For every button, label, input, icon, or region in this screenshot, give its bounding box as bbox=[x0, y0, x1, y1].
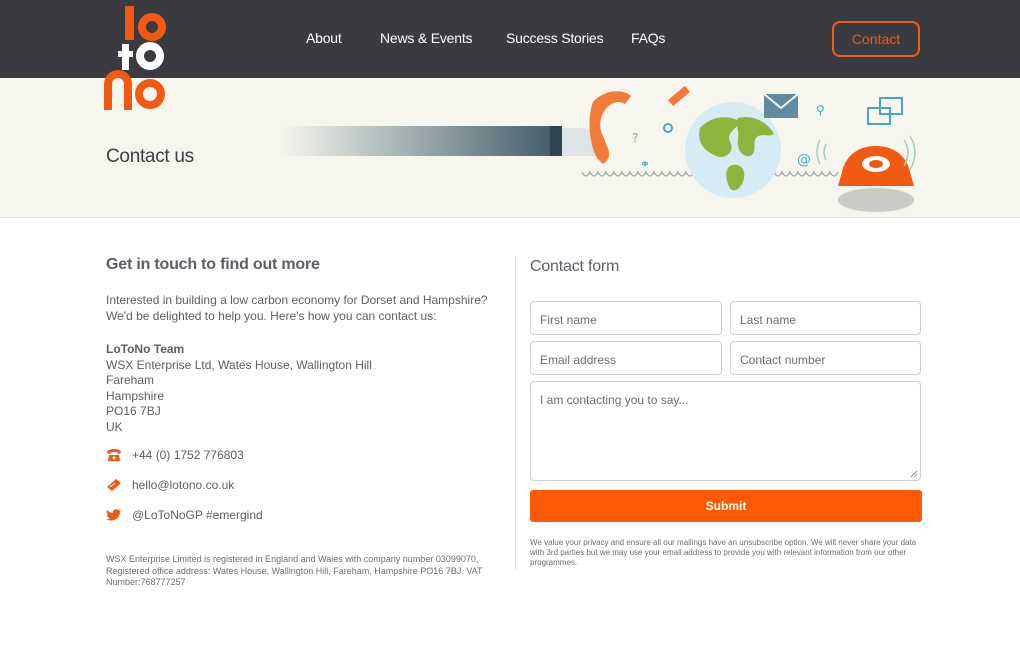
page-title: Contact us bbox=[106, 146, 194, 167]
svg-text:?: ? bbox=[632, 131, 638, 145]
first-name-input[interactable]: First name bbox=[530, 301, 722, 335]
contact-info-heading: Get in touch to find out more bbox=[106, 256, 320, 273]
resize-handle-icon[interactable] bbox=[910, 470, 918, 478]
contact-number-input[interactable]: Contact number bbox=[730, 341, 921, 375]
nav-faqs[interactable]: FAQs bbox=[631, 30, 665, 46]
svg-text:⚭: ⚭ bbox=[640, 157, 650, 171]
legal-text: WSX Enterprise Limited is registered in … bbox=[106, 554, 483, 587]
email-icon bbox=[107, 479, 121, 491]
phone-icon bbox=[107, 449, 121, 461]
svg-text:@: @ bbox=[797, 152, 811, 168]
lotono-logo[interactable] bbox=[104, 4, 168, 112]
address-line: PO16 7BJ bbox=[106, 404, 161, 418]
svg-text:⚲: ⚲ bbox=[816, 103, 825, 117]
email-address[interactable]: hello@lotono.co.uk bbox=[132, 477, 234, 493]
address-line: Fareham bbox=[106, 373, 155, 387]
intro-text: Interested in building a low carbon econ… bbox=[106, 293, 488, 323]
message-placeholder: I am contacting you to say... bbox=[540, 393, 689, 407]
contact-info-section: Get in touch to find out more Interested… bbox=[106, 256, 506, 587]
postal-address: LoToNo Team WSX Enterprise Ltd, Wates Ho… bbox=[106, 342, 372, 435]
message-textarea[interactable]: I am contacting you to say... bbox=[530, 381, 921, 481]
address-line: WSX Enterprise Ltd, Wates House, Walling… bbox=[106, 357, 372, 372]
nav-success-stories[interactable]: Success Stories bbox=[506, 30, 604, 46]
privacy-notice: We value your privacy and ensure all our… bbox=[530, 538, 917, 567]
phone-number[interactable]: +44 (0) 1752 776803 bbox=[132, 447, 244, 463]
submit-button[interactable]: Submit bbox=[530, 490, 922, 522]
twitter-handle[interactable]: @LoToNoGP #emergind bbox=[132, 507, 263, 523]
nav-news-events[interactable]: News & Events bbox=[380, 30, 473, 46]
form-title: Contact form bbox=[530, 258, 620, 275]
last-name-input[interactable]: Last name bbox=[730, 301, 921, 335]
email-input[interactable]: Email address bbox=[530, 341, 722, 375]
address-team: LoToNo Team bbox=[106, 342, 185, 356]
nav-about[interactable]: About bbox=[306, 30, 342, 46]
column-divider bbox=[515, 257, 516, 570]
address-line: Hampshire bbox=[106, 388, 165, 403]
contact-button[interactable]: Contact bbox=[832, 21, 920, 57]
twitter-icon bbox=[106, 509, 121, 521]
address-line: UK bbox=[106, 419, 123, 434]
